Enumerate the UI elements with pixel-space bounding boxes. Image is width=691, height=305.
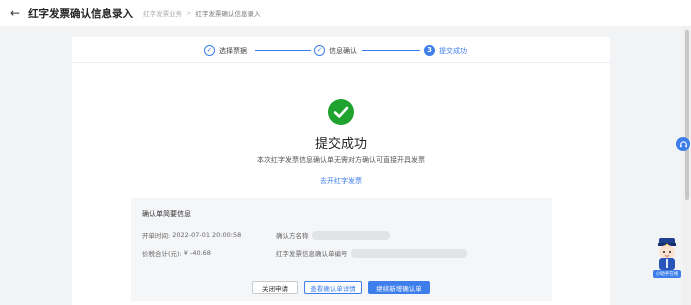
check-circle-icon: ✓: [314, 45, 325, 56]
step-1-label: 选择票据: [219, 46, 247, 55]
add-new-button[interactable]: 继续新增确认单: [368, 281, 430, 294]
success-check-icon: [328, 99, 354, 125]
party-label: 确认方名称: [276, 232, 309, 240]
number-row: 红字发票信息确认单编号: [276, 248, 467, 258]
view-detail-button[interactable]: 查看确认单详情: [304, 281, 362, 294]
issue-red-invoice-link[interactable]: 去开红字发票: [72, 176, 610, 186]
page-title: 红字发票确认信息录入: [28, 7, 134, 20]
party-row: 确认方名称: [276, 230, 390, 240]
step-2: ✓ 信息确认: [314, 45, 357, 56]
headset-icon[interactable]: [676, 137, 690, 151]
scrollbar-thumb[interactable]: [685, 30, 689, 200]
top-header: ← 红字发票确认信息录入 红字发票业务 > 红字发票确认信息录入: [0, 0, 691, 26]
summary-title: 确认单简要信息: [142, 210, 191, 218]
action-buttons: 关闭申请 查看确认单详情 继续新增确认单: [72, 281, 610, 294]
redacted-value: [311, 230, 390, 240]
step-1: ✓ 选择票据: [204, 45, 247, 56]
divider: [72, 62, 610, 63]
amount-row: 价税合计(元): ¥ -40.68: [142, 248, 211, 258]
amount-label: 价税合计(元):: [142, 250, 182, 258]
breadcrumb-separator: >: [186, 9, 192, 17]
step-3-label: 提交成功: [439, 46, 467, 55]
amount-value: ¥ -40.68: [183, 249, 211, 257]
step-3: 3 提交成功: [424, 45, 467, 56]
breadcrumb-item-2: 红字发票确认信息录入: [195, 10, 261, 18]
assistant-label[interactable]: 小助手在线: [653, 270, 681, 278]
number-label: 红字发票信息确认单编号: [276, 250, 348, 258]
arrow-left-icon[interactable]: ←: [10, 7, 20, 19]
result-title: 提交成功: [314, 137, 367, 152]
step-connector: [255, 50, 311, 51]
redacted-value: [350, 248, 467, 258]
open-time-value: 2022-07-01 20:00:58: [172, 231, 242, 239]
progress-steps: ✓ 选择票据 ✓ 信息确认 3 提交成功: [72, 45, 610, 61]
check-circle-icon: ✓: [204, 45, 215, 56]
open-time-row: 开单时间: 2022-07-01 20:00:58: [142, 230, 241, 240]
step-3-number: 3: [424, 45, 435, 56]
open-time-label: 开单时间:: [142, 232, 171, 240]
result-description: 本次红字发票信息确认单无需对方确认可直接开具发票: [257, 156, 425, 164]
breadcrumb-item-1[interactable]: 红字发票业务: [143, 8, 182, 18]
step-connector: [362, 50, 420, 51]
main-card: ✓ 选择票据 ✓ 信息确认 3 提交成功 提交成功 本次红字发票信息确认单无需对…: [72, 37, 610, 305]
step-2-label: 信息确认: [329, 46, 357, 55]
scrollbar[interactable]: [683, 26, 691, 305]
close-application-button[interactable]: 关闭申请: [252, 281, 298, 294]
